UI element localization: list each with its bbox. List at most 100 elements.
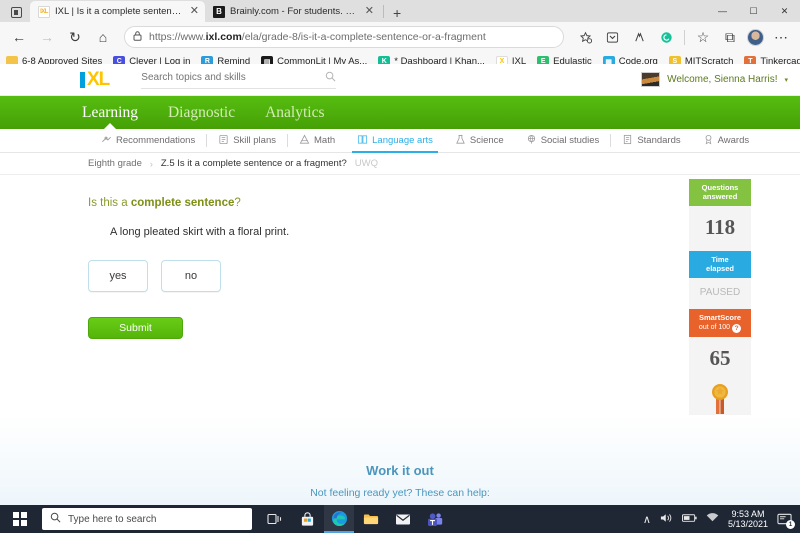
nav-item-diagnostic[interactable]: Diagnostic [166,96,237,129]
start-button[interactable] [0,505,40,533]
notifications-icon[interactable]: 1 [777,512,792,526]
time-elapsed-value: PAUSED [689,278,751,309]
skill-plans-icon [218,134,229,148]
back-icon[interactable]: ← [6,24,32,50]
subnav-label: Skill plans [233,135,276,146]
chevron-up-icon[interactable]: ∧ [643,513,651,526]
browser-tab-ixl[interactable]: IXL IXL | Is it a complete sentence or ✕ [30,1,205,22]
close-window-button[interactable]: ✕ [769,0,800,22]
clock-time: 9:53 AM [728,509,768,519]
search-input[interactable] [141,72,325,83]
tab-divider [383,5,384,18]
primary-nav: Learning Diagnostic Analytics [0,96,800,129]
questions-answered-title-2: answered [691,192,749,201]
lock-icon [133,31,142,44]
answer-choice-no[interactable]: no [161,260,221,292]
chevron-down-icon[interactable]: ▾ [784,76,788,84]
nav-item-analytics[interactable]: Analytics [263,96,326,129]
windows-logo-icon [13,512,27,526]
work-it-out-section: Work it out Not feeling ready yet? These… [0,415,800,505]
ixl-logo[interactable]: XL [80,71,109,88]
subnav-label: Science [470,135,504,146]
profile-avatar[interactable] [747,29,764,46]
page-viewport: XL Welcome, Sienna Harris! ▾ Learning Di… [0,64,800,505]
wifi-icon[interactable] [706,512,719,526]
answer-choice-yes[interactable]: yes [88,260,148,292]
subnav-label: Social studies [541,135,600,146]
smartscore-title-1: SmartScore [691,313,749,322]
reload-icon[interactable]: ↻ [62,24,88,50]
taskbar-search-placeholder: Type here to search [68,514,156,525]
subnav-label: Standards [637,135,680,146]
microsoft-edge-icon[interactable] [324,505,354,533]
settings-more-icon[interactable]: ⋯ [768,24,794,50]
add-favorite-icon[interactable] [572,24,598,50]
url-prefix: https://www. [149,31,206,43]
extension-icon[interactable] [626,24,652,50]
subnav-item-skill-plans[interactable]: Skill plans [207,129,287,153]
pocket-icon[interactable] [599,24,625,50]
close-icon[interactable]: ✕ [365,6,374,17]
battery-icon[interactable] [682,513,697,526]
browser-toolbar: ← → ↻ ⌂ https://www.ixl.com/ela/grade-8/… [0,22,800,52]
subnav-item-standards[interactable]: Standards [611,129,691,153]
search-icon[interactable] [325,71,336,85]
standards-icon [622,134,633,148]
search-box[interactable] [141,71,336,89]
volume-icon[interactable] [660,512,673,527]
account-menu[interactable]: Welcome, Sienna Harris! ▾ [641,72,788,87]
smartscore-header: SmartScore out of 100? [689,309,751,338]
subnav-label: Awards [718,135,750,146]
work-it-out-subtitle: Not feeling ready yet? These can help: [310,487,490,499]
maximize-button[interactable]: ☐ [738,0,769,22]
task-view-icon[interactable] [260,505,290,533]
toolbar-actions: ☆ ⧉ ⋯ [572,24,794,50]
subnav-item-science[interactable]: Science [444,129,515,153]
breadcrumb-grade[interactable]: Eighth grade [88,158,142,169]
time-elapsed-header: Time elapsed [689,251,751,278]
subnav-label: Recommendations [116,135,195,146]
help-icon[interactable]: ? [732,324,741,333]
clock-date: 5/13/2021 [728,519,768,529]
microsoft-store-icon[interactable] [292,505,322,533]
address-bar[interactable]: https://www.ixl.com/ela/grade-8/is-it-a-… [124,26,564,48]
minimize-button[interactable]: — [707,0,738,22]
grammarly-icon[interactable] [653,24,679,50]
taskbar-search[interactable]: Type here to search [42,508,252,530]
windows-taskbar: Type here to search ∧ [0,505,800,533]
browser-tab-brainly[interactable]: B Brainly.com - For students. By st ✕ [205,1,380,22]
subnav-item-social-studies[interactable]: Social studies [515,129,611,153]
subnav-item-recommendations[interactable]: Recommendations [90,129,206,153]
science-icon [455,134,466,148]
mail-icon[interactable] [388,505,418,533]
social-studies-icon [526,134,537,148]
smartscore-title-2: out of 100 [699,324,730,333]
question-prompt: Is this a complete sentence? [88,197,640,209]
welcome-label: Welcome, Sienna Harris! [667,74,777,85]
submit-button[interactable]: Submit [88,317,183,339]
subnav-item-language-arts[interactable]: Language arts [346,129,444,153]
questions-answered-title-1: Questions [691,183,749,192]
breadcrumb: Eighth grade › Z.5 Is it a complete sent… [0,153,800,175]
nav-item-learning[interactable]: Learning [80,96,140,129]
taskbar-clock[interactable]: 9:53 AM 5/13/2021 [728,509,768,530]
subnav-item-awards[interactable]: Awards [692,129,761,153]
home-icon[interactable]: ⌂ [90,24,116,50]
subnav-item-math[interactable]: Math [288,129,346,153]
favorites-icon[interactable]: ☆ [690,24,716,50]
forward-icon[interactable]: → [34,24,60,50]
collections-icon[interactable]: ⧉ [717,24,743,50]
time-elapsed-title-2: elapsed [691,264,749,273]
system-tray: ∧ 9:53 AM 5/13/2021 1 [643,509,800,530]
chevron-right-icon: › [150,159,153,169]
answer-choices: yes no [88,260,640,292]
prompt-emphasis: complete sentence [131,197,235,209]
new-tab-button[interactable]: + [387,6,407,22]
url-domain: ixl.com [206,31,242,43]
microsoft-teams-icon[interactable] [420,505,450,533]
tab-title: Brainly.com - For students. By st [230,6,360,17]
close-icon[interactable]: ✕ [190,6,199,17]
window-controls: — ☐ ✕ [707,0,800,22]
file-explorer-icon[interactable] [356,505,386,533]
tab-actions-icon[interactable] [2,2,30,22]
